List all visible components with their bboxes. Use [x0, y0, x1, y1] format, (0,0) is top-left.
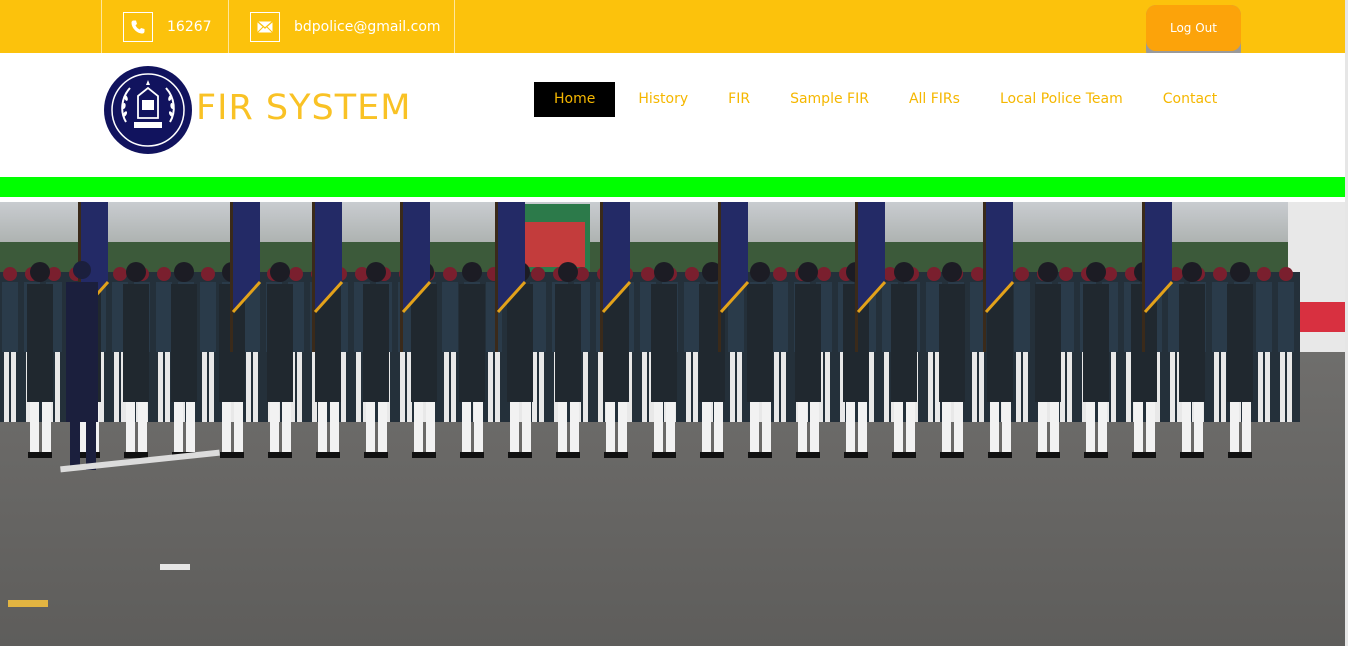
envelope-icon [250, 11, 280, 42]
nav-all-firs[interactable]: All FIRs [889, 82, 980, 117]
hero-parade-image [0, 202, 1345, 646]
top-bar: 16267 bdpolice@gmail.com [0, 0, 1345, 53]
nav-home[interactable]: Home [534, 82, 616, 117]
green-divider [0, 177, 1345, 197]
nav-sample-fir[interactable]: Sample FIR [770, 82, 889, 117]
police-emblem-logo[interactable] [104, 66, 192, 154]
nav-history[interactable]: History [618, 82, 708, 117]
site-title: FIR SYSTEM [196, 88, 412, 128]
nav-contact[interactable]: Contact [1143, 82, 1237, 117]
page: 16267 bdpolice@gmail.com Log Out FIR SYS… [0, 0, 1348, 646]
phone-icon [123, 11, 153, 42]
nav-local-police-team[interactable]: Local Police Team [980, 82, 1143, 117]
main-nav: Home History FIR Sample FIR All FIRs Loc… [534, 82, 1237, 117]
phone-contact: 16267 [101, 0, 229, 53]
email-contact: bdpolice@gmail.com [228, 0, 455, 53]
phone-number: 16267 [167, 18, 212, 35]
nav-fir[interactable]: FIR [708, 82, 770, 117]
email-address: bdpolice@gmail.com [294, 18, 441, 35]
site-header: FIR SYSTEM Home History FIR Sample FIR A… [0, 53, 1345, 177]
logout-button[interactable]: Log Out [1146, 5, 1241, 51]
